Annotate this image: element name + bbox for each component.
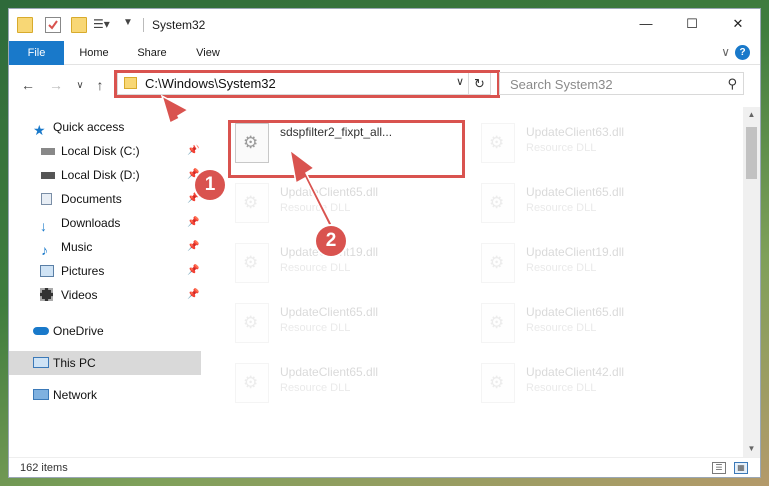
step-marker-1: 1	[195, 170, 225, 200]
step-marker-2: 2	[316, 226, 346, 256]
arrow-2	[288, 148, 333, 230]
annotation-arrows	[160, 94, 333, 230]
arrow-1	[160, 94, 211, 171]
